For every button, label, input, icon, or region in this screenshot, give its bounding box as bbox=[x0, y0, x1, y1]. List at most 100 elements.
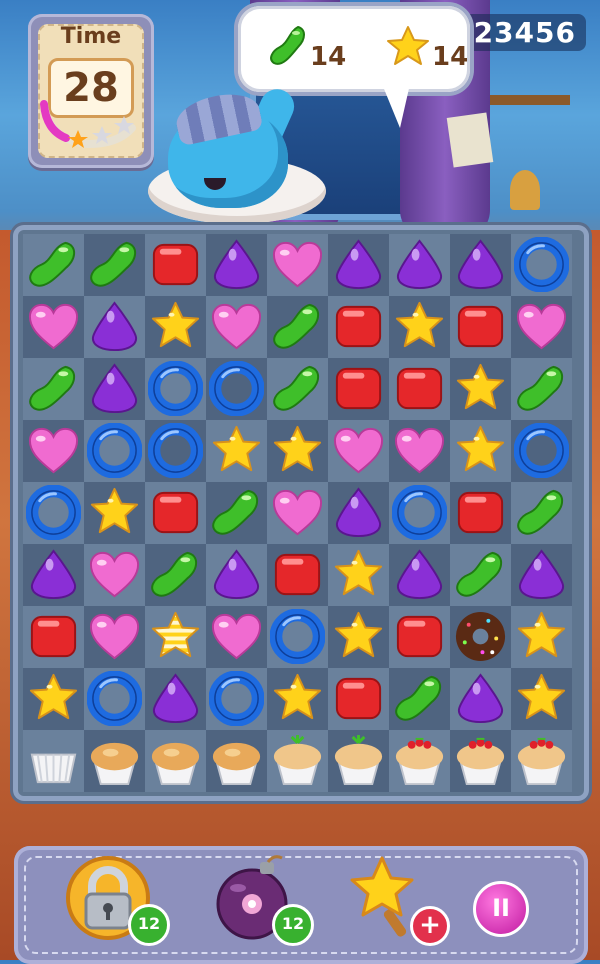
board-cell-r3-c8[interactable] bbox=[511, 420, 572, 482]
board-cell-r6-c8[interactable] bbox=[511, 606, 572, 668]
board-cell-r2-c0[interactable] bbox=[23, 358, 84, 420]
board-cell-r6-c2[interactable] bbox=[145, 606, 206, 668]
board-cell-r8-c1[interactable] bbox=[84, 730, 145, 792]
board-cell-r2-c6[interactable] bbox=[389, 358, 450, 420]
board-cell-r6-c1[interactable] bbox=[84, 606, 145, 668]
board-cell-r8-c0[interactable] bbox=[23, 730, 84, 792]
board-cell-r7-c3[interactable] bbox=[206, 668, 267, 730]
board-cell-r0-c6[interactable] bbox=[389, 234, 450, 296]
star-wand-add-button[interactable]: + bbox=[410, 906, 450, 946]
drop-candy-icon bbox=[457, 239, 504, 290]
board-cell-r2-c4[interactable] bbox=[267, 358, 328, 420]
board-cell-r2-c7[interactable] bbox=[450, 358, 511, 420]
board-cell-r2-c3[interactable] bbox=[206, 358, 267, 420]
board-cell-r5-c5[interactable] bbox=[328, 544, 389, 606]
board-cell-r5-c0[interactable] bbox=[23, 544, 84, 606]
heart-candy-icon bbox=[516, 303, 567, 350]
board-cell-r6-c3[interactable] bbox=[206, 606, 267, 668]
board-cell-r7-c5[interactable] bbox=[328, 668, 389, 730]
star-candy-icon bbox=[395, 301, 444, 348]
board-cell-r8-c3[interactable] bbox=[206, 730, 267, 792]
board-cell-r7-c7[interactable] bbox=[450, 668, 511, 730]
star-candy-icon bbox=[90, 487, 139, 534]
board-cell-r8-c2[interactable] bbox=[145, 730, 206, 792]
donut-candy-icon bbox=[148, 423, 203, 478]
board-cell-r4-c3[interactable] bbox=[206, 482, 267, 544]
board-cell-r7-c0[interactable] bbox=[23, 668, 84, 730]
board-cell-r7-c2[interactable] bbox=[145, 668, 206, 730]
board-cell-r0-c7[interactable] bbox=[450, 234, 511, 296]
board-cell-r5-c6[interactable] bbox=[389, 544, 450, 606]
board-cell-r8-c8[interactable] bbox=[511, 730, 572, 792]
board-cell-r7-c4[interactable] bbox=[267, 668, 328, 730]
star-candy-icon bbox=[334, 611, 383, 658]
board-cell-r4-c4[interactable] bbox=[267, 482, 328, 544]
board-cell-r3-c0[interactable] bbox=[23, 420, 84, 482]
board-cell-r4-c8[interactable] bbox=[511, 482, 572, 544]
board-cell-r7-c6[interactable] bbox=[389, 668, 450, 730]
board-cell-r2-c2[interactable] bbox=[145, 358, 206, 420]
board-cell-r7-c1[interactable] bbox=[84, 668, 145, 730]
board-cell-r3-c7[interactable] bbox=[450, 420, 511, 482]
board-cell-r5-c2[interactable] bbox=[145, 544, 206, 606]
board-cell-r1-c4[interactable] bbox=[267, 296, 328, 358]
board-cell-r4-c6[interactable] bbox=[389, 482, 450, 544]
board-cell-r5-c4[interactable] bbox=[267, 544, 328, 606]
board-cell-r1-c1[interactable] bbox=[84, 296, 145, 358]
heart-candy-icon bbox=[28, 303, 79, 350]
drop-candy-icon bbox=[30, 549, 77, 600]
board-cell-r8-c7[interactable] bbox=[450, 730, 511, 792]
board-cell-r3-c2[interactable] bbox=[145, 420, 206, 482]
star-candy-icon bbox=[334, 549, 383, 596]
board-cell-r5-c7[interactable] bbox=[450, 544, 511, 606]
board-cell-r1-c3[interactable] bbox=[206, 296, 267, 358]
bomb-booster-count: 12 bbox=[272, 904, 314, 946]
board-cell-r3-c5[interactable] bbox=[328, 420, 389, 482]
board-cell-r4-c1[interactable] bbox=[84, 482, 145, 544]
board-cell-r2-c8[interactable] bbox=[511, 358, 572, 420]
pause-button[interactable]: II bbox=[473, 881, 529, 937]
board-cell-r0-c0[interactable] bbox=[23, 234, 84, 296]
board-cell-r4-c5[interactable] bbox=[328, 482, 389, 544]
cupcake-candy-icon bbox=[212, 742, 261, 786]
board-cell-r1-c7[interactable] bbox=[450, 296, 511, 358]
board-cell-r1-c0[interactable] bbox=[23, 296, 84, 358]
board-cell-r0-c1[interactable] bbox=[84, 234, 145, 296]
board-cell-r3-c4[interactable] bbox=[267, 420, 328, 482]
board-cell-r1-c8[interactable] bbox=[511, 296, 572, 358]
chocolate-donut-candy-icon bbox=[455, 611, 506, 662]
board-cell-r8-c6[interactable] bbox=[389, 730, 450, 792]
board-cell-r3-c3[interactable] bbox=[206, 420, 267, 482]
board-cell-r2-c1[interactable] bbox=[84, 358, 145, 420]
board-cell-r1-c5[interactable] bbox=[328, 296, 389, 358]
board-cell-r6-c4[interactable] bbox=[267, 606, 328, 668]
lock-booster-count: 12 bbox=[128, 904, 170, 946]
board-cell-r0-c3[interactable] bbox=[206, 234, 267, 296]
drop-candy-icon bbox=[518, 549, 565, 600]
board-cell-r4-c2[interactable] bbox=[145, 482, 206, 544]
board-cell-r0-c2[interactable] bbox=[145, 234, 206, 296]
game-board[interactable] bbox=[18, 230, 584, 796]
board-cell-r5-c8[interactable] bbox=[511, 544, 572, 606]
board-cell-r7-c8[interactable] bbox=[511, 668, 572, 730]
board-cell-r1-c2[interactable] bbox=[145, 296, 206, 358]
board-cell-r4-c0[interactable] bbox=[23, 482, 84, 544]
board-cell-r6-c5[interactable] bbox=[328, 606, 389, 668]
square-candy-icon bbox=[335, 677, 382, 720]
board-cell-r8-c4[interactable] bbox=[267, 730, 328, 792]
board-cell-r6-c0[interactable] bbox=[23, 606, 84, 668]
board-cell-r2-c5[interactable] bbox=[328, 358, 389, 420]
board-cell-r8-c5[interactable] bbox=[328, 730, 389, 792]
board-cell-r0-c8[interactable] bbox=[511, 234, 572, 296]
board-cell-r3-c6[interactable] bbox=[389, 420, 450, 482]
time-label: Time bbox=[60, 24, 122, 49]
board-cell-r4-c7[interactable] bbox=[450, 482, 511, 544]
board-cell-r0-c5[interactable] bbox=[328, 234, 389, 296]
board-cell-r1-c6[interactable] bbox=[389, 296, 450, 358]
board-cell-r0-c4[interactable] bbox=[267, 234, 328, 296]
board-cell-r6-c6[interactable] bbox=[389, 606, 450, 668]
board-cell-r6-c7[interactable] bbox=[450, 606, 511, 668]
board-cell-r3-c1[interactable] bbox=[84, 420, 145, 482]
board-cell-r5-c1[interactable] bbox=[84, 544, 145, 606]
board-cell-r5-c3[interactable] bbox=[206, 544, 267, 606]
